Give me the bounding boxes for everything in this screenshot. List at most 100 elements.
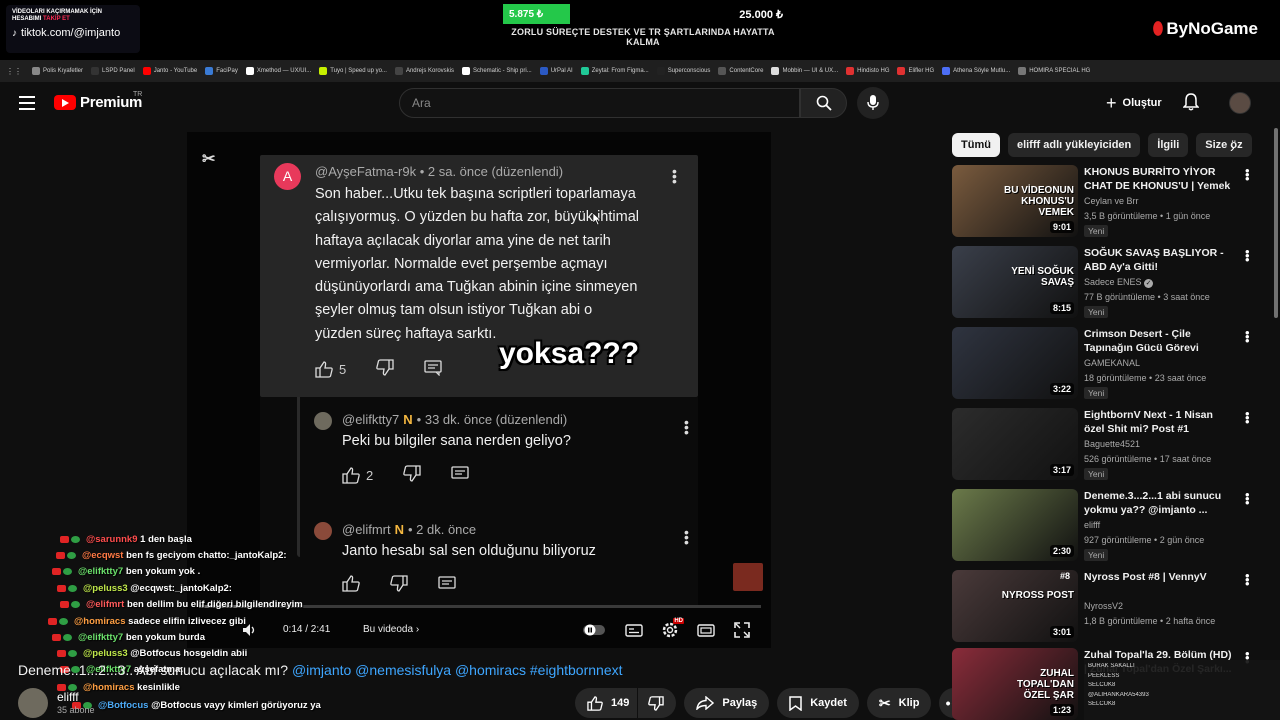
video-duration: 2:30 bbox=[1049, 545, 1074, 557]
recommendation-title[interactable]: EightbornV Next - 1 Nisan özel Shit mi? … bbox=[1084, 408, 1232, 436]
bookmark-item[interactable]: Schematic - Ship pri... bbox=[458, 67, 536, 75]
bookmark-item[interactable]: Polis Kıyafetler bbox=[28, 67, 87, 75]
autoplay-toggle[interactable] bbox=[583, 619, 605, 641]
chat-message: @peluss3 @ecqwst:_jantoKalp2: bbox=[57, 583, 232, 594]
recommendation-channel[interactable]: Baguette4521 bbox=[1084, 439, 1140, 449]
recommendation-title[interactable]: KHONUS BURRİTO YİYOR CHAT DE KHONUS'U | … bbox=[1084, 165, 1232, 193]
recommendation-title[interactable]: Nyross Post #8 | VennyV bbox=[1084, 570, 1232, 584]
recommendation-item[interactable]: 2:30 Deneme.3...2...1 abi sunucu yokmu ya… bbox=[952, 488, 1252, 565]
reply-avatar bbox=[314, 412, 332, 430]
bookmark-item[interactable]: Athena Söyle Mutlu... bbox=[938, 67, 1014, 75]
capcut-icon: ✂ bbox=[202, 151, 216, 168]
like-button[interactable]: 149 bbox=[575, 688, 638, 718]
more-icon[interactable]: ••• bbox=[1245, 407, 1250, 428]
reply-1: @elifktty7 N • 33 dk. önce (düzenlendi) Pe… bbox=[342, 412, 689, 485]
notifications-button[interactable] bbox=[1182, 93, 1200, 116]
youtube-play-icon bbox=[54, 95, 76, 110]
video-thumbnail[interactable]: 2:30 bbox=[952, 489, 1078, 561]
chevron-right-icon[interactable]: › bbox=[1230, 139, 1235, 155]
menu-icon[interactable] bbox=[19, 96, 35, 110]
account-avatar[interactable] bbox=[1229, 92, 1251, 114]
bookmark-favicon-icon bbox=[91, 67, 100, 75]
recommendation-channel[interactable]: GAMEKANAL bbox=[1084, 358, 1140, 368]
comment-line: vermiyorlar. Normalde evet perşembe açma… bbox=[315, 255, 608, 272]
more-icon[interactable]: ••• bbox=[1245, 245, 1250, 266]
video-duration: 9:01 bbox=[1049, 221, 1074, 233]
search-button[interactable] bbox=[800, 88, 847, 118]
bookmark-item[interactable]: Superconscious bbox=[653, 67, 715, 75]
recommendation-item[interactable]: 3:17 EightbornV Next - 1 Nisan özel Shit … bbox=[952, 407, 1252, 484]
settings-button[interactable]: HD bbox=[659, 618, 684, 641]
channel-avatar[interactable] bbox=[18, 688, 48, 718]
end-card-thumbnail[interactable] bbox=[733, 563, 763, 591]
more-icon[interactable]: ••• bbox=[1245, 488, 1250, 509]
donation-goal: 5.875 ₺ 25.000 ₺ bbox=[503, 4, 783, 24]
recommendation-channel[interactable]: Sadece ENES ✓ bbox=[1084, 277, 1154, 288]
bookmark-item[interactable]: ContentCore bbox=[714, 67, 767, 75]
create-button[interactable]: + Oluştur bbox=[1100, 90, 1172, 116]
save-button[interactable]: Kaydet bbox=[777, 688, 859, 718]
video-thumbnail[interactable]: YENİ SOĞUK SAVAŞ 8:15 bbox=[952, 246, 1078, 318]
video-duration: 1:23 bbox=[1049, 704, 1074, 716]
more-icon[interactable]: ••• bbox=[1245, 569, 1250, 590]
bookmark-favicon-icon bbox=[539, 67, 548, 75]
recommendation-channel[interactable]: elifff bbox=[1084, 520, 1100, 530]
bookmark-item[interactable]: FaciPay bbox=[201, 67, 242, 75]
bookmark-item[interactable]: Tuyo | Speed up yo... bbox=[315, 67, 391, 75]
bookmark-item[interactable]: HOMIRA SPECIAL HG bbox=[1014, 67, 1094, 75]
chat-username: @Botfocus bbox=[98, 700, 149, 711]
recommendation-title[interactable]: Crimson Desert - Çile Tapınağın Gücü Gör… bbox=[1084, 327, 1232, 355]
bookmark-item[interactable]: Mobbin — UI & UX... bbox=[767, 67, 842, 75]
channel-subscribers: 35 abone bbox=[57, 705, 95, 715]
search-input[interactable]: Ara bbox=[399, 88, 800, 118]
voice-search-button[interactable] bbox=[857, 87, 889, 119]
reply-icon bbox=[451, 465, 469, 485]
recommendation-item[interactable]: YENİ SOĞUK SAVAŞ 8:15 SOĞUK SAVAŞ BAŞLIYOR… bbox=[952, 245, 1252, 322]
fullscreen-button[interactable] bbox=[731, 619, 753, 641]
video-thumbnail[interactable]: 3:17 bbox=[952, 408, 1078, 480]
clip-button[interactable]: ✂ Klip bbox=[866, 688, 932, 718]
chip-filter[interactable]: elifff adlı yükleyiciden bbox=[1007, 133, 1141, 157]
apps-icon[interactable]: ⋮⋮ bbox=[6, 67, 22, 76]
bookmark-item[interactable]: Janto - YouTube bbox=[139, 67, 201, 75]
chip-filter[interactable]: İlgili bbox=[1148, 133, 1189, 157]
recommendation-item[interactable]: BU VİDEONUN KHONUS'U VEMEK 9:01 KHONUS BUR… bbox=[952, 164, 1252, 241]
bookmark-item[interactable]: Hindisto HG bbox=[842, 67, 893, 75]
bookmark-item[interactable]: Xmethod — UX/UI... bbox=[242, 67, 315, 75]
share-button[interactable]: Paylaş bbox=[684, 688, 770, 718]
channel-name[interactable]: elifff bbox=[57, 690, 79, 704]
recommendation-channel[interactable]: NyrossV2 bbox=[1084, 601, 1123, 611]
recommendation-channel[interactable]: Ceylan ve Brr bbox=[1084, 196, 1139, 206]
bookmark-favicon-icon bbox=[656, 67, 665, 75]
tiktok-handle: ♪ tiktok.com/@imjanto bbox=[12, 27, 121, 39]
recommendation-item[interactable]: 3:22 Crimson Desert - Çile Tapınağın Gücü… bbox=[952, 326, 1252, 403]
scrollbar[interactable] bbox=[1274, 128, 1278, 318]
chip-filter[interactable]: Size öz bbox=[1196, 133, 1252, 157]
bookmark-item[interactable]: UrPal AI bbox=[536, 67, 577, 75]
youtube-logo[interactable]: Premium bbox=[54, 94, 142, 111]
bookmark-item[interactable]: Zeytal: From Figma... bbox=[577, 67, 653, 75]
bookmark-item[interactable]: Elifler HG bbox=[893, 67, 938, 75]
chat-text: @Botfocus vayy kimleri görüyoruz ya bbox=[151, 700, 321, 711]
bookmark-favicon-icon bbox=[319, 67, 328, 75]
chat-username: @homiracs bbox=[74, 616, 126, 627]
more-icon[interactable]: ••• bbox=[1245, 326, 1250, 347]
recommendation-item[interactable]: NYROSS POST 3:01 Nyross Post #8 | VennyV Ny… bbox=[952, 569, 1252, 646]
video-thumbnail[interactable]: ZUHAL TOPAL'DAN ÖZEL ŞAR 1:23 bbox=[952, 648, 1078, 720]
leaderboard-entry: PEEKLESS bbox=[1088, 672, 1120, 679]
video-thumbnail[interactable]: BU VİDEONUN KHONUS'U VEMEK 9:01 bbox=[952, 165, 1078, 237]
chip-filter[interactable]: Tümü bbox=[952, 133, 1000, 157]
bookmark-item[interactable]: Andrejs Korovskis bbox=[391, 67, 458, 75]
video-title: Deneme..1...2...3.. Abi sunucu açılacak … bbox=[18, 662, 623, 678]
more-icon[interactable]: ••• bbox=[1245, 164, 1250, 185]
comment-line: şeyler olmuş tam olsun istiyor Tuğkan ab… bbox=[315, 302, 593, 319]
chat-text: kesinlikle bbox=[137, 682, 180, 693]
subtitles-button[interactable] bbox=[623, 619, 645, 641]
bookmark-favicon-icon bbox=[771, 67, 780, 75]
theater-button[interactable] bbox=[695, 619, 717, 641]
recommendation-title[interactable]: SOĞUK SAVAŞ BAŞLIYOR - ABD Ay'a Gitti! bbox=[1084, 246, 1232, 274]
bookmark-item[interactable]: LSPD Panel bbox=[87, 67, 139, 75]
dislike-button[interactable] bbox=[638, 688, 677, 718]
recommendation-title[interactable]: Deneme.3...2...1 abi sunucu yokmu ya?? @… bbox=[1084, 489, 1232, 517]
video-thumbnail[interactable]: 3:22 bbox=[952, 327, 1078, 399]
